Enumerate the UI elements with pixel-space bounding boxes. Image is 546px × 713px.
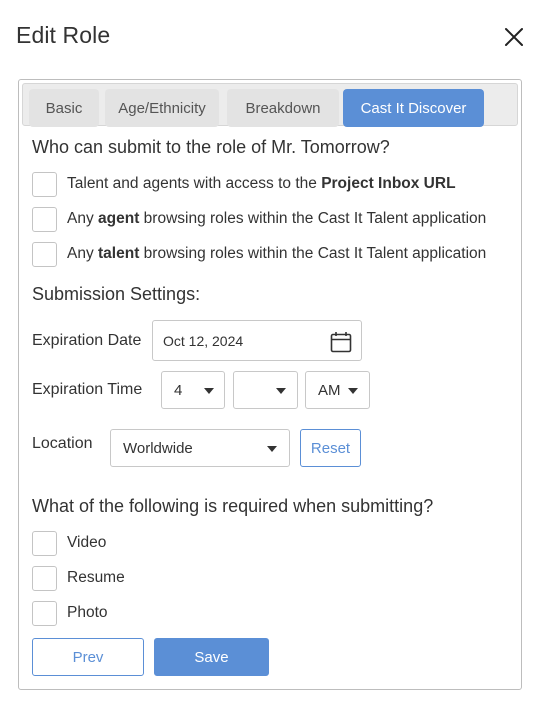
location-select[interactable]: Worldwide [110,429,290,467]
checkbox[interactable] [32,600,57,626]
submission-settings-heading: Submission Settings: [32,284,201,304]
tab-cast-it-discover[interactable]: Cast It Discover [343,89,484,127]
option-label: Photo [67,604,108,621]
option-agent-browsing[interactable]: Any agent browsing roles within the Cast… [32,206,486,232]
prev-button[interactable]: Prev [32,638,144,676]
option-label: Talent and agents with access to the Pro… [67,175,456,192]
who-can-submit-heading: Who can submit to the role of Mr. Tomorr… [32,137,390,157]
expiration-date-value: Oct 12, 2024 [163,333,244,349]
checkbox[interactable] [32,241,57,267]
required-resume[interactable]: Resume [32,565,125,591]
required-video[interactable]: Video [32,530,106,556]
required-photo[interactable]: Photo [32,600,108,626]
expiration-date-input[interactable]: Oct 12, 2024 [152,320,362,361]
dialog-header: Edit Role [0,0,546,72]
chevron-down-icon [348,388,358,394]
chevron-down-icon [267,446,277,452]
option-label: Any agent browsing roles within the Cast… [67,210,487,227]
ampm-select[interactable]: AM [305,371,370,409]
checkbox[interactable] [32,530,57,556]
role-form-card: Basic Age/Ethnicity Breakdown Cast It Di… [18,79,522,690]
calendar-icon[interactable] [330,331,352,353]
option-project-inbox-url[interactable]: Talent and agents with access to the Pro… [32,171,456,197]
reset-button[interactable]: Reset [300,429,361,467]
required-heading: What of the following is required when s… [32,496,434,516]
option-label: Resume [67,569,125,586]
close-icon[interactable] [502,25,526,49]
option-talent-browsing[interactable]: Any talent browsing roles within the Cas… [32,241,486,267]
chevron-down-icon [204,388,214,394]
save-button[interactable]: Save [154,638,269,676]
tab-breakdown[interactable]: Breakdown [227,89,339,127]
expiration-date-label: Expiration Date [32,332,142,349]
expiration-time-label: Expiration Time [32,381,143,398]
option-label: Any talent browsing roles within the Cas… [67,245,487,262]
checkbox[interactable] [32,565,57,591]
tab-age-ethnicity[interactable]: Age/Ethnicity [105,89,219,127]
checkbox[interactable] [32,171,57,197]
tab-basic[interactable]: Basic [29,89,99,127]
ampm-value: AM [318,382,341,399]
location-value: Worldwide [123,440,193,457]
checkbox[interactable] [32,206,57,232]
hour-value: 4 [174,382,183,399]
chevron-down-icon [276,388,286,394]
minute-select[interactable] [233,371,298,409]
option-label: Video [67,534,107,551]
location-label: Location [32,435,93,452]
dialog-title: Edit Role [16,22,111,48]
tab-bar: Basic Age/Ethnicity Breakdown Cast It Di… [22,83,518,127]
hour-select[interactable]: 4 [161,371,225,409]
